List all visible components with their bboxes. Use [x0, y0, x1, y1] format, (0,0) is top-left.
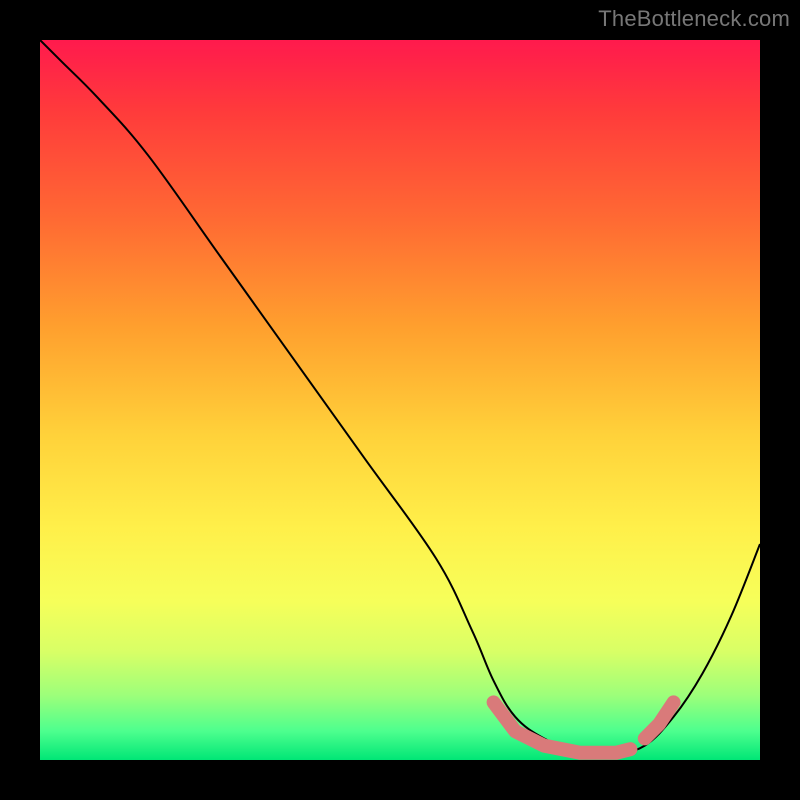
plot-area [40, 40, 760, 760]
watermark-text: TheBottleneck.com [598, 6, 790, 32]
series-highlight-rise [645, 702, 674, 738]
series-highlight-flat [494, 702, 631, 752]
series-curve [40, 40, 760, 754]
chart-svg [40, 40, 760, 760]
chart-frame: TheBottleneck.com [0, 0, 800, 800]
